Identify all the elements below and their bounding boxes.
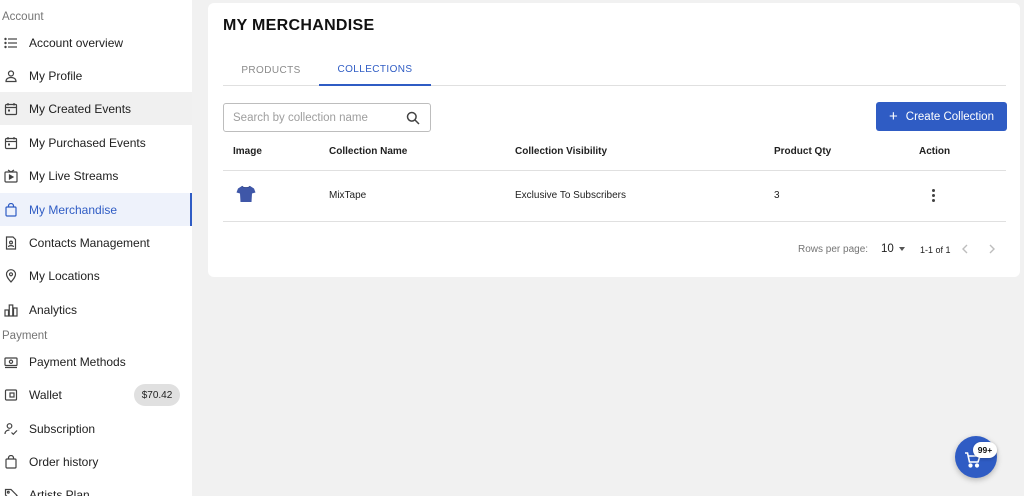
shopping-bag-icon bbox=[4, 202, 18, 217]
sidebar-item-label: My Purchased Events bbox=[29, 135, 146, 150]
table-header-divider bbox=[223, 170, 1006, 171]
sidebar-item-contacts-management[interactable]: Contacts Management bbox=[0, 226, 192, 259]
calendar-icon bbox=[4, 136, 18, 150]
section-label-account: Account bbox=[2, 11, 44, 23]
table-row-divider bbox=[223, 221, 1006, 222]
column-header-collection-name: Collection Name bbox=[329, 146, 408, 157]
product-qty-cell: 3 bbox=[774, 190, 780, 201]
sidebar-item-label: Account overview bbox=[29, 35, 124, 50]
rows-per-page-select[interactable]: 10 bbox=[881, 241, 911, 257]
rows-per-page-value: 10 bbox=[881, 243, 894, 255]
subscription-icon bbox=[4, 422, 18, 436]
sidebar-item-my-created-events[interactable]: My Created Events bbox=[0, 92, 192, 125]
sidebar-item-my-live-streams[interactable]: My Live Streams bbox=[0, 159, 192, 192]
sidebar-item-label: My Profile bbox=[29, 68, 83, 83]
wallet-balance-badge: $70.42 bbox=[134, 384, 180, 406]
calendar-icon bbox=[4, 102, 18, 116]
collection-visibility-cell: Exclusive To Subscribers bbox=[515, 190, 626, 201]
cart-count-badge: 99+ bbox=[973, 442, 997, 458]
sidebar-item-my-profile[interactable]: My Profile bbox=[0, 59, 192, 92]
merchandise-card: MY MERCHANDISE PRODUCTS COLLECTIONS + Cr… bbox=[208, 3, 1020, 277]
wallet-icon bbox=[4, 388, 18, 402]
sidebar-item-account-overview[interactable]: Account overview bbox=[0, 26, 192, 59]
pagination-range: 1-1 of 1 bbox=[920, 245, 951, 255]
column-header-action: Action bbox=[919, 146, 951, 157]
list-icon bbox=[4, 36, 18, 50]
sidebar-item-label: Order history bbox=[29, 454, 99, 469]
chevron-left-icon[interactable] bbox=[959, 242, 971, 256]
live-stream-icon bbox=[4, 169, 18, 183]
tab-collections[interactable]: COLLECTIONS bbox=[319, 54, 431, 86]
contacts-icon bbox=[4, 235, 18, 250]
column-header-image: Image bbox=[233, 146, 262, 157]
sidebar-item-order-history[interactable]: Order history bbox=[0, 445, 192, 478]
sidebar-item-analytics[interactable]: Analytics bbox=[0, 293, 192, 326]
search-icon[interactable] bbox=[406, 111, 420, 125]
sidebar-item-my-purchased-events[interactable]: My Purchased Events bbox=[0, 126, 192, 159]
plus-icon: + bbox=[889, 108, 898, 125]
sidebar-item-my-merchandise[interactable]: My Merchandise bbox=[0, 193, 192, 226]
sidebar-item-label: Contacts Management bbox=[29, 235, 150, 250]
page-title: MY MERCHANDISE bbox=[223, 17, 375, 34]
sidebar-item-label: Payment Methods bbox=[29, 354, 126, 369]
sidebar-item-artists-plan[interactable]: Artists Plan bbox=[0, 478, 192, 496]
tshirt-icon bbox=[236, 185, 256, 202]
section-label-payment: Payment bbox=[2, 330, 48, 342]
sidebar-item-label: My Live Streams bbox=[29, 168, 119, 183]
create-collection-button[interactable]: + Create Collection bbox=[876, 102, 1007, 131]
bar-chart-icon bbox=[4, 303, 18, 317]
location-pin-icon bbox=[4, 268, 18, 283]
caret-down-icon bbox=[898, 247, 905, 251]
tab-bar: PRODUCTS COLLECTIONS bbox=[223, 54, 1006, 86]
sidebar-item-label: My Locations bbox=[29, 268, 100, 283]
sidebar-item-label: Wallet bbox=[29, 387, 62, 402]
sidebar-item-label: My Merchandise bbox=[29, 202, 118, 217]
tab-products[interactable]: PRODUCTS bbox=[223, 54, 319, 86]
collection-name-cell: MixTape bbox=[329, 190, 367, 201]
create-collection-label: Create Collection bbox=[905, 110, 994, 123]
payment-icon bbox=[4, 355, 18, 369]
sidebar: Account Account overview My Profile My C… bbox=[0, 0, 192, 496]
sidebar-item-label: Analytics bbox=[29, 302, 78, 317]
search-input[interactable] bbox=[233, 110, 403, 126]
sidebar-item-payment-methods[interactable]: Payment Methods bbox=[0, 345, 192, 378]
tag-icon bbox=[4, 488, 18, 496]
user-icon bbox=[4, 69, 18, 83]
sidebar-item-label: Subscription bbox=[29, 421, 96, 436]
sidebar-item-label: Artists Plan bbox=[29, 487, 90, 496]
more-actions-icon[interactable] bbox=[927, 187, 939, 203]
search-box bbox=[223, 103, 431, 132]
rows-per-page-label: Rows per page: bbox=[798, 244, 869, 255]
chevron-right-icon[interactable] bbox=[986, 242, 998, 256]
order-bag-icon bbox=[4, 454, 18, 469]
sidebar-item-my-locations[interactable]: My Locations bbox=[0, 259, 192, 292]
sidebar-item-label: My Created Events bbox=[29, 101, 132, 116]
column-header-product-qty: Product Qty bbox=[774, 146, 832, 157]
sidebar-item-subscription[interactable]: Subscription bbox=[0, 412, 192, 445]
column-header-collection-visibility: Collection Visibility bbox=[515, 146, 608, 157]
